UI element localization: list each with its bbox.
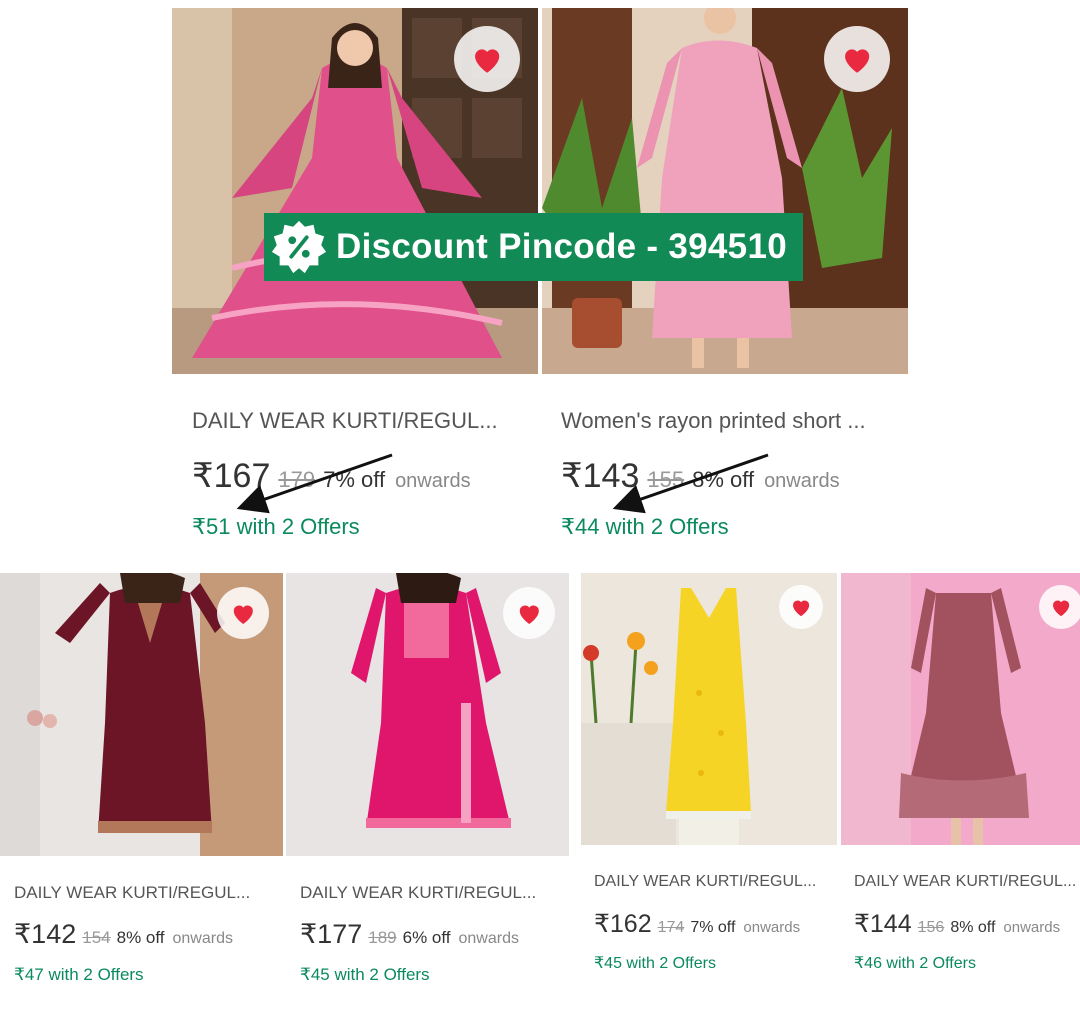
discount-percent: 7% off — [690, 919, 736, 936]
product-title[interactable]: DAILY WEAR KURTI/REGUL... — [192, 408, 532, 434]
product-mrp: 174 — [657, 919, 685, 936]
onwards-label: onwards — [172, 930, 233, 947]
offer-price: ₹51 with 2 Offers — [192, 514, 360, 539]
wishlist-button[interactable] — [503, 587, 555, 639]
onwards-label: onwards — [458, 930, 519, 947]
wishlist-button[interactable] — [1039, 585, 1080, 629]
product-mrp: 155 — [647, 467, 685, 492]
offer-price: ₹44 with 2 Offers — [561, 514, 729, 539]
product-card[interactable]: DAILY WEAR KURTI/REGUL... ₹177 189 6% of… — [286, 573, 569, 998]
onwards-label: onwards — [1003, 919, 1061, 936]
product-card[interactable]: DAILY WEAR KURTI/REGUL... ₹142 154 8% of… — [0, 573, 283, 998]
product-card[interactable]: DAILY WEAR KURTI/REGUL... ₹144 156 8% of… — [841, 573, 1080, 983]
onwards-label: onwards — [764, 470, 840, 492]
heart-icon — [844, 49, 870, 73]
wishlist-button[interactable] — [824, 26, 890, 92]
offer-price: ₹45 with 2 Offers — [300, 965, 430, 984]
discount-percent: 8% off — [692, 467, 755, 492]
product-title[interactable]: Women's rayon printed short ... — [561, 408, 901, 434]
product-mrp: 179 — [278, 467, 316, 492]
product-price: ₹142 — [14, 919, 77, 949]
discount-percent-icon — [271, 220, 327, 274]
product-price: ₹143 — [561, 457, 640, 495]
discount-percent: 8% off — [116, 928, 165, 947]
offer-price: ₹47 with 2 Offers — [14, 965, 144, 984]
wishlist-button[interactable] — [779, 585, 823, 629]
product-price: ₹144 — [854, 910, 912, 938]
product-title[interactable]: DAILY WEAR KURTI/REGUL... — [594, 873, 830, 891]
onwards-label: onwards — [395, 470, 471, 492]
product-price: ₹177 — [300, 919, 363, 949]
product-title[interactable]: DAILY WEAR KURTI/REGUL... — [300, 883, 562, 903]
product-card[interactable]: DAILY WEAR KURTI/REGUL... ₹167 179 7% of… — [172, 8, 538, 563]
heart-icon — [233, 605, 253, 624]
product-title[interactable]: DAILY WEAR KURTI/REGUL... — [854, 873, 1080, 891]
wishlist-button[interactable] — [454, 26, 520, 92]
discount-percent: 7% off — [323, 467, 386, 492]
product-card[interactable]: Women's rayon printed short ... ₹143 155… — [542, 8, 908, 563]
heart-icon — [474, 49, 500, 73]
product-mrp: 156 — [917, 919, 945, 936]
offer-price: ₹45 with 2 Offers — [594, 955, 716, 972]
discount-pincode-banner: Discount Pincode - 394510 — [264, 213, 803, 281]
product-mrp: 189 — [368, 928, 397, 947]
banner-text: Discount Pincode - 394510 — [336, 227, 787, 266]
onwards-label: onwards — [743, 919, 801, 936]
product-card[interactable]: DAILY WEAR KURTI/REGUL... ₹162 174 7% of… — [581, 573, 837, 983]
heart-icon — [519, 605, 539, 624]
product-price: ₹167 — [192, 457, 271, 495]
product-mrp: 154 — [82, 928, 111, 947]
wishlist-button[interactable] — [217, 587, 269, 639]
heart-icon — [792, 600, 810, 617]
discount-percent: 6% off — [402, 928, 451, 947]
discount-percent: 8% off — [950, 919, 996, 936]
product-title[interactable]: DAILY WEAR KURTI/REGUL... — [14, 883, 276, 903]
offer-price: ₹46 with 2 Offers — [854, 955, 976, 972]
product-price: ₹162 — [594, 910, 652, 938]
heart-icon — [1052, 600, 1070, 617]
